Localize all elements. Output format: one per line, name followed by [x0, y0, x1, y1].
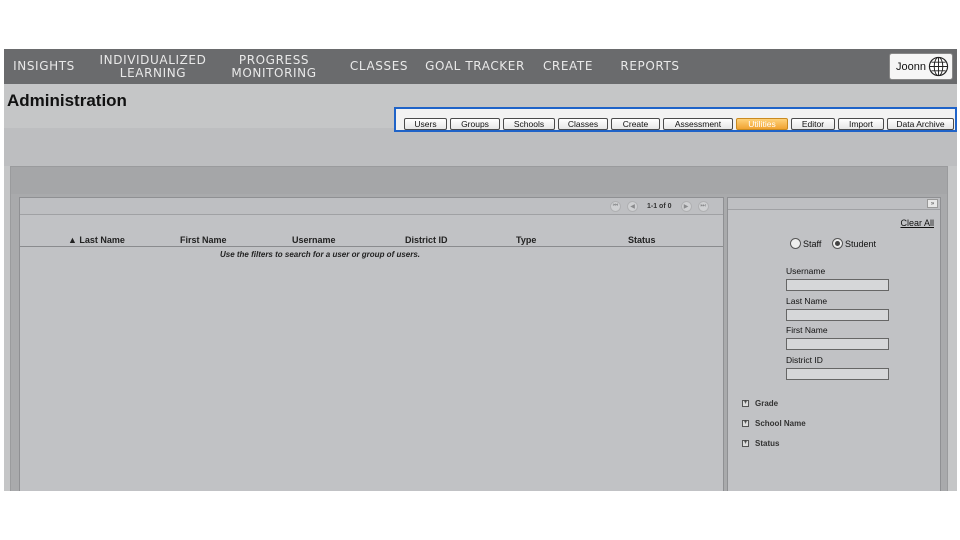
filter-panel-header: »	[728, 198, 940, 210]
first-name-input[interactable]	[786, 338, 889, 350]
app-window: INSIGHTS INDIVIDUALIZED LEARNING PROGRES…	[4, 49, 957, 491]
district-id-input[interactable]	[786, 368, 889, 380]
first-page-icon[interactable]: ⏮	[610, 201, 621, 212]
expand-plus-icon: +	[742, 440, 749, 447]
district-id-label: District ID	[786, 355, 823, 365]
radio-student-circle[interactable]	[832, 238, 843, 249]
nav-create-label: CREATE	[542, 59, 594, 73]
admin-tab-strip: Users Groups Schools Classes Create Asse…	[394, 107, 957, 132]
pager-text: 1-1 of 0	[647, 203, 672, 210]
expander-status[interactable]: + Status	[742, 439, 779, 448]
globe-icon	[928, 56, 949, 77]
column-last-name[interactable]: ▲ Last Name	[68, 235, 125, 245]
tab-groups[interactable]: Groups	[450, 118, 500, 130]
nav-create[interactable]: CREATE	[536, 49, 600, 84]
expander-grade-label: Grade	[755, 399, 779, 408]
column-district-id[interactable]: District ID	[405, 235, 448, 245]
collapse-panel-icon[interactable]: »	[927, 199, 938, 208]
tab-users[interactable]: Users	[404, 118, 447, 130]
user-results-grid: ⏮ ◀ 1-1 of 0 ▶ ⏭ ▲ Last Name First Name …	[19, 197, 724, 491]
nav-individualized-learning[interactable]: INDIVIDUALIZED LEARNING	[92, 49, 214, 84]
nav-individualized-label: INDIVIDUALIZED	[99, 52, 207, 67]
column-username[interactable]: Username	[292, 235, 336, 245]
nav-progress-monitoring[interactable]: PROGRESS MONITORING	[226, 49, 322, 84]
pager: ⏮ ◀ 1-1 of 0 ▶ ⏭	[610, 201, 709, 212]
top-navigation: INSIGHTS INDIVIDUALIZED LEARNING PROGRES…	[4, 49, 957, 84]
sub-toolbar	[4, 128, 957, 166]
expander-school-name[interactable]: + School Name	[742, 419, 806, 428]
nav-goal-tracker-label: GOAL TRACKER	[425, 59, 525, 73]
expander-school-name-label: School Name	[755, 419, 806, 428]
nav-goal-tracker[interactable]: GOAL TRACKER	[422, 49, 528, 84]
expand-plus-icon: +	[742, 400, 749, 407]
tab-create[interactable]: Create	[611, 118, 660, 130]
tab-schools[interactable]: Schools	[503, 118, 555, 130]
tab-classes[interactable]: Classes	[558, 118, 608, 130]
radio-student[interactable]: Student	[832, 238, 876, 249]
last-name-label: Last Name	[786, 296, 828, 306]
prev-page-icon[interactable]: ◀	[627, 201, 638, 212]
first-name-label: First Name	[786, 325, 828, 335]
username-input[interactable]	[786, 279, 889, 291]
tab-utilities[interactable]: Utilities	[736, 118, 788, 130]
results-toolbar: ⏮ ◀ 1-1 of 0 ▶ ⏭	[20, 198, 723, 215]
main-panel-header	[11, 167, 947, 194]
main-panel: ⏮ ◀ 1-1 of 0 ▶ ⏭ ▲ Last Name First Name …	[10, 166, 948, 491]
user-name: Joonn	[896, 60, 926, 73]
empty-results-message: Use the filters to search for a user or …	[219, 250, 421, 259]
last-page-icon[interactable]: ⏭	[697, 201, 709, 212]
clear-all-link[interactable]: Clear All	[900, 218, 934, 228]
nav-classes[interactable]: CLASSES	[344, 49, 414, 84]
expand-plus-icon: +	[742, 420, 749, 427]
radio-student-label: Student	[845, 238, 877, 249]
nav-learning-label: LEARNING	[119, 65, 187, 80]
user-menu-button[interactable]: Joonn	[889, 53, 953, 80]
tab-data-archive[interactable]: Data Archive	[887, 118, 954, 130]
nav-insights[interactable]: INSIGHTS	[4, 49, 84, 84]
tab-import[interactable]: Import	[838, 118, 884, 130]
nav-classes-label: CLASSES	[349, 59, 409, 73]
nav-reports-label: REPORTS	[620, 59, 680, 73]
tab-assessment[interactable]: Assessment	[663, 118, 733, 130]
last-name-input[interactable]	[786, 309, 889, 321]
radio-staff-circle[interactable]	[790, 238, 801, 249]
radio-staff[interactable]: Staff	[790, 238, 821, 249]
expander-status-label: Status	[755, 439, 780, 448]
next-page-icon[interactable]: ▶	[680, 201, 692, 212]
radio-staff-label: Staff	[803, 238, 822, 249]
username-label: Username	[786, 266, 826, 276]
column-status[interactable]: Status	[628, 235, 656, 245]
page-title: Administration	[7, 91, 127, 110]
nav-progress-label: PROGRESS	[238, 52, 310, 67]
column-type[interactable]: Type	[516, 235, 536, 245]
column-first-name[interactable]: First Name	[180, 235, 227, 245]
column-divider	[20, 246, 723, 247]
expander-grade[interactable]: + Grade	[742, 399, 778, 408]
nav-monitoring-label: MONITORING	[231, 65, 317, 80]
tab-editor[interactable]: Editor	[791, 118, 835, 130]
filter-panel: » Clear All Staff Student Username Last …	[727, 197, 941, 491]
nav-reports[interactable]: REPORTS	[614, 49, 686, 84]
nav-insights-label: INSIGHTS	[13, 59, 75, 73]
